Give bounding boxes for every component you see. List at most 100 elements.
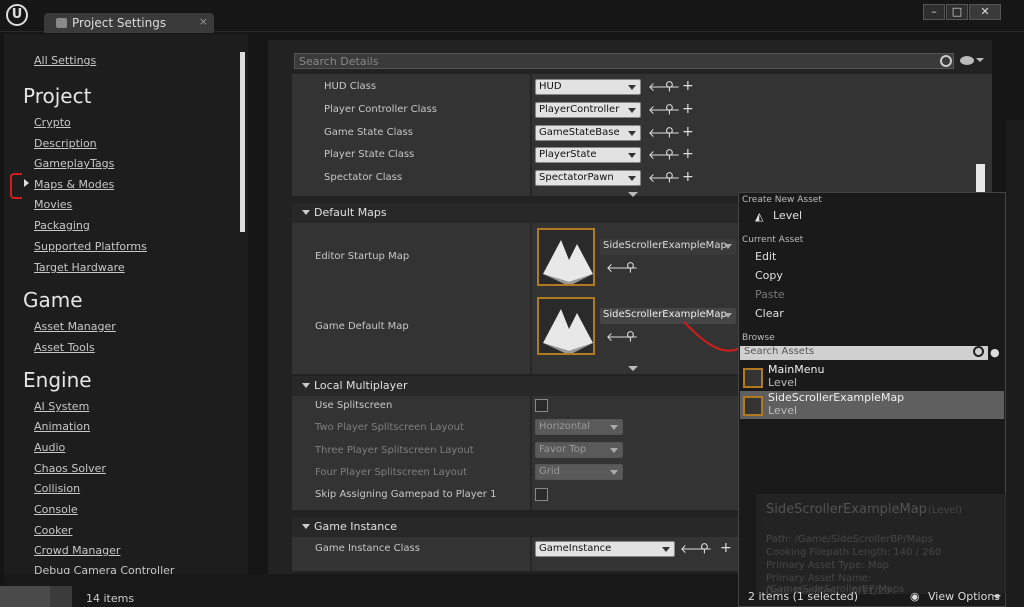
sidebar-item-movies[interactable]: Movies	[34, 198, 72, 211]
map-thumbnail[interactable]	[537, 297, 595, 355]
chevron-down-icon	[628, 85, 636, 90]
map-thumbnail[interactable]	[537, 228, 595, 286]
sidebar-item-target-hardware[interactable]: Target Hardware	[34, 261, 125, 274]
sidebar-item-packaging[interactable]: Packaging	[34, 219, 90, 232]
class-section: HUD Class HUD 🡐 ⚲ + Player Controller Cl…	[292, 74, 992, 197]
sidebar-item-collision[interactable]: Collision	[34, 482, 80, 495]
all-settings-link[interactable]: All Settings	[34, 54, 96, 67]
menu-item-copy[interactable]: Copy	[755, 269, 783, 282]
plus-icon[interactable]: +	[682, 146, 694, 162]
menu-item-edit[interactable]: Edit	[755, 250, 776, 263]
magnify-icon[interactable]: ⚲	[665, 102, 674, 116]
skip-gamepad-checkbox[interactable]	[535, 488, 548, 501]
view-options-button[interactable]: View Options	[928, 590, 1000, 603]
menu-item-paste[interactable]: Paste	[755, 288, 785, 301]
property-row: HUD Class HUD 🡐 ⚲ +	[292, 76, 992, 98]
eye-icon: ◉	[910, 590, 920, 603]
tab-close-icon[interactable]: ×	[199, 15, 208, 28]
magnify-icon[interactable]: ⚲	[626, 329, 635, 343]
magnify-icon[interactable]: ⚲	[626, 260, 635, 274]
editor-startup-map-label: Editor Startup Map	[315, 251, 410, 262]
sidebar-item-asset-tools[interactable]: Asset Tools	[34, 341, 95, 354]
sidebar-item-console[interactable]: Console	[34, 503, 78, 516]
game-instance-class-combo[interactable]: GameInstance	[535, 541, 675, 557]
property-label: HUD Class	[324, 81, 377, 92]
sidebar-item-cooker[interactable]: Cooker	[34, 524, 72, 537]
magnify-icon[interactable]: ⚲	[700, 541, 709, 555]
magnify-icon[interactable]: ⚲	[665, 147, 674, 161]
sidebar-item-chaos-solver[interactable]: Chaos Solver	[34, 462, 106, 475]
plus-icon[interactable]: +	[682, 78, 694, 94]
tooltip-line: Path: /Game/SideScrollerBP/Maps	[766, 534, 933, 545]
player-controller-combo[interactable]: PlayerController	[535, 102, 641, 118]
sidebar-item-asset-manager[interactable]: Asset Manager	[34, 320, 116, 333]
sidebar-item-debug-camera-controller[interactable]: Debug Camera Controller	[34, 564, 174, 574]
sidebar-item-animation[interactable]: Animation	[34, 420, 90, 433]
sidebar-scrollbar[interactable]	[240, 52, 245, 232]
selection-count: 2 items (1 selected)	[748, 590, 859, 603]
two-player-layout-combo[interactable]: Horizontal	[535, 419, 623, 435]
close-button[interactable]: ✕	[969, 4, 1001, 20]
menu-item-clear[interactable]: Clear	[755, 307, 784, 320]
asset-item-sidescroller[interactable]: SideScrollerExampleMap Level	[740, 391, 1004, 419]
use-splitscreen-checkbox[interactable]	[535, 399, 548, 412]
chevron-down-icon	[628, 131, 636, 136]
search-assets-input[interactable]: Search Assets	[740, 346, 988, 360]
magnify-icon[interactable]: ⚲	[665, 125, 674, 139]
four-player-layout-label: Four Player Splitscreen Layout	[315, 467, 468, 478]
chevron-down-icon[interactable]	[976, 58, 984, 62]
sidebar-item-crowd-manager[interactable]: Crowd Manager	[34, 544, 120, 557]
unreal-logo-icon: U	[6, 4, 28, 26]
sidebar-item-ai-system[interactable]: AI System	[34, 400, 89, 413]
tooltip-line: Primary Asset Type: Map	[766, 560, 889, 571]
column-divider	[530, 223, 532, 374]
combo-value: SideScrollerExampleMap	[603, 240, 727, 251]
search-icon[interactable]	[973, 346, 984, 357]
chevron-down-icon	[724, 244, 732, 249]
combo-value: GameStateBase	[539, 127, 620, 138]
plus-icon[interactable]: +	[682, 169, 694, 185]
plus-icon[interactable]: +	[682, 101, 694, 117]
spectator-class-combo[interactable]: SpectatorPawn	[535, 170, 641, 186]
chevron-down-icon	[662, 547, 670, 552]
plus-icon[interactable]: +	[720, 540, 732, 556]
game-state-combo[interactable]: GameStateBase	[535, 125, 641, 141]
minimize-button[interactable]: –	[923, 4, 945, 20]
four-player-layout-combo[interactable]: Grid	[535, 464, 623, 480]
asset-item-mainmenu[interactable]: MainMenu Level	[740, 363, 1004, 391]
combo-value: PlayerController	[539, 104, 620, 115]
create-level-item[interactable]: Level	[773, 209, 802, 222]
background-editor-strip	[1006, 120, 1024, 607]
three-player-layout-combo[interactable]: Favor Top	[535, 442, 623, 458]
tab-project-settings[interactable]: Project Settings ×	[44, 13, 214, 33]
maximize-button[interactable]: □	[946, 4, 968, 20]
asset-name: SideScrollerExampleMap	[768, 391, 905, 404]
sidebar-item-gameplaytags[interactable]: GameplayTags	[34, 157, 114, 170]
project-heading: Project	[23, 84, 92, 108]
browse-heading: Browse	[742, 333, 775, 343]
sidebar-item-audio[interactable]: Audio	[34, 441, 65, 454]
magnify-icon[interactable]: ⚲	[665, 170, 674, 184]
two-player-layout-label: Two Player Splitscreen Layout	[315, 422, 464, 433]
player-state-combo[interactable]: PlayerState	[535, 147, 641, 163]
eye-icon[interactable]	[960, 56, 974, 65]
editor-startup-map-combo[interactable]: SideScrollerExampleMap	[600, 239, 736, 255]
sidebar-item-supported-platforms[interactable]: Supported Platforms	[34, 240, 147, 253]
magnify-icon[interactable]: ⚲	[665, 79, 674, 93]
engine-heading: Engine	[23, 368, 92, 392]
plus-icon[interactable]: +	[682, 124, 694, 140]
details-scrollbar[interactable]	[976, 164, 985, 194]
sidebar-item-description[interactable]: Description	[34, 137, 97, 150]
advanced-expand-icon[interactable]	[628, 366, 638, 371]
sidebar-item-crypto[interactable]: Crypto	[34, 116, 71, 129]
sidebar-item-maps-modes[interactable]: Maps & Modes	[34, 178, 114, 191]
advanced-expand-icon[interactable]	[628, 192, 638, 197]
user-icon[interactable]: ●	[990, 346, 1000, 359]
chevron-down-icon[interactable]	[993, 595, 1001, 599]
three-player-layout-label: Three Player Splitscreen Layout	[315, 445, 474, 456]
chevron-down-icon	[610, 425, 618, 430]
search-icon[interactable]	[940, 55, 952, 67]
hud-class-combo[interactable]: HUD	[535, 79, 641, 95]
search-details-input[interactable]: Search Details	[294, 53, 954, 69]
section-title: Local Multiplayer	[314, 379, 408, 392]
